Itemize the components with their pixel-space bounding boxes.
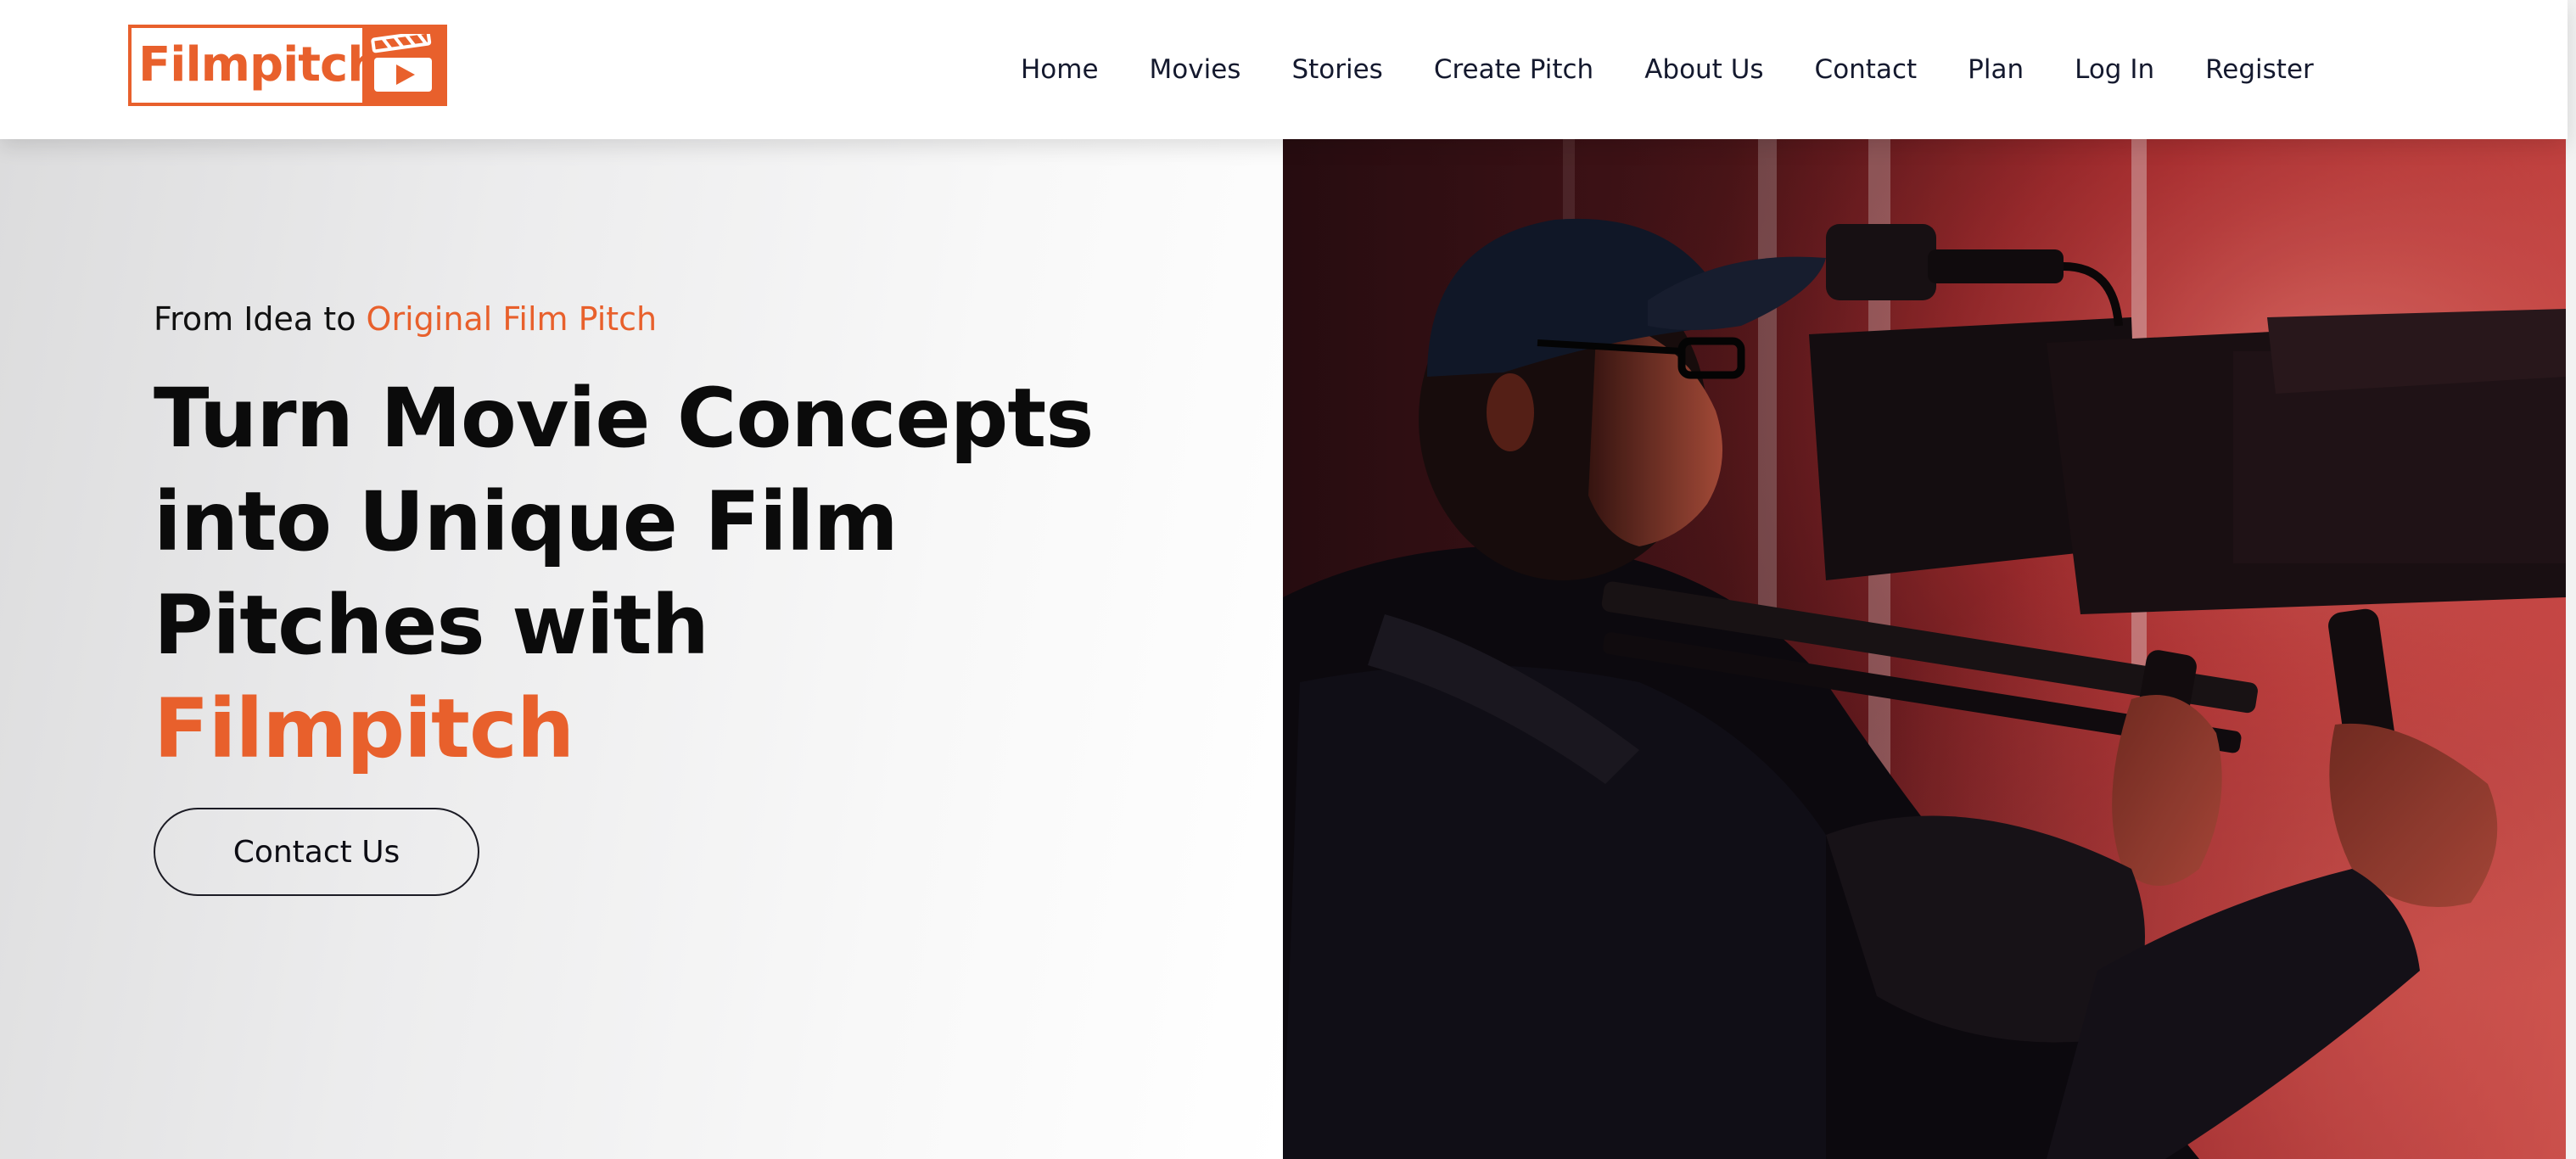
scrollbar[interactable] bbox=[2566, 0, 2576, 1159]
nav-home[interactable]: Home bbox=[1021, 54, 1099, 85]
site-header: Filmpitch Home Movies Stories Create Pit… bbox=[0, 0, 2568, 139]
nav-register[interactable]: Register bbox=[2205, 54, 2314, 85]
contact-us-button[interactable]: Contact Us bbox=[154, 808, 479, 896]
clapperboard-play-icon bbox=[362, 28, 444, 103]
nav-create-pitch[interactable]: Create Pitch bbox=[1434, 54, 1593, 85]
hero-eyebrow: From Idea to Original Film Pitch bbox=[154, 300, 657, 338]
hero-headline-line: into Unique Film bbox=[154, 474, 899, 569]
nav-about-us[interactable]: About Us bbox=[1644, 54, 1763, 85]
hero-headline: Turn Movie Concepts into Unique Film Pit… bbox=[154, 367, 1094, 781]
hero-eyebrow-accent: Original Film Pitch bbox=[366, 300, 658, 338]
logo-text: Filmpitch bbox=[138, 37, 381, 92]
camera-operator-photo bbox=[1283, 139, 2566, 1159]
hero-eyebrow-prefix: From Idea to bbox=[154, 300, 356, 338]
hero-headline-line: Pitches with bbox=[154, 578, 709, 673]
logo[interactable]: Filmpitch bbox=[128, 25, 447, 106]
nav-plan[interactable]: Plan bbox=[1968, 54, 2024, 85]
nav-log-in[interactable]: Log In bbox=[2075, 54, 2154, 85]
nav-contact[interactable]: Contact bbox=[1815, 54, 1918, 85]
hero-headline-line: Turn Movie Concepts bbox=[154, 371, 1094, 466]
main-nav: Home Movies Stories Create Pitch About U… bbox=[1021, 0, 2314, 139]
hero-headline-brand: Filmpitch bbox=[154, 681, 574, 776]
nav-stories[interactable]: Stories bbox=[1291, 54, 1382, 85]
nav-movies[interactable]: Movies bbox=[1150, 54, 1241, 85]
